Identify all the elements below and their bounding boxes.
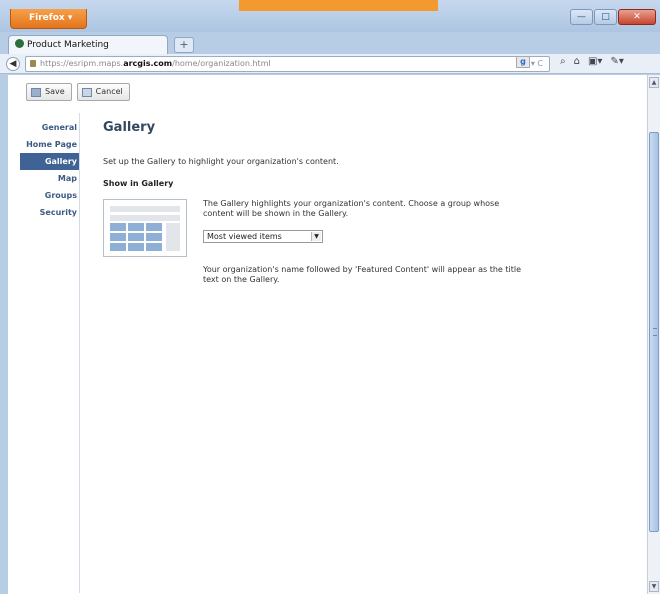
- gallery-layout-thumbnail: [103, 199, 187, 257]
- url-bar[interactable]: https://esripm.maps.arcgis.com/home/orga…: [25, 56, 550, 72]
- save-label: Save: [45, 87, 65, 96]
- sidebar-item-general[interactable]: General: [20, 119, 80, 136]
- back-button[interactable]: ◀: [6, 57, 20, 71]
- google-addon-icon[interactable]: g: [516, 56, 530, 68]
- save-icon: [31, 87, 41, 97]
- thumb-cell: [146, 233, 162, 241]
- tab-product-marketing[interactable]: Product Marketing: [8, 35, 168, 54]
- grip-icon: [653, 328, 657, 336]
- thumb-cell: [110, 233, 126, 241]
- sidebar-item-gallery[interactable]: Gallery: [20, 153, 80, 170]
- chevron-down-icon[interactable]: ▼: [311, 232, 321, 241]
- action-toolbar: Save Cancel: [26, 83, 130, 101]
- save-button[interactable]: Save: [26, 83, 72, 101]
- page-scrollbar[interactable]: ▲ ▼: [647, 75, 660, 594]
- url-host: arcgis.com: [123, 59, 173, 68]
- nav-toolbar-icons: ⌕ ⌂ ▣▾ ✎▾: [560, 56, 624, 67]
- thumb-bar-second: [110, 215, 180, 221]
- url-path: /home/organization.html: [172, 59, 271, 68]
- select-value: Most viewed items: [207, 232, 282, 241]
- title-accent-strip: [239, 0, 438, 11]
- tab-title: Product Marketing: [27, 40, 109, 50]
- gallery-description: The Gallery highlights your organization…: [203, 199, 500, 218]
- thumb-cell: [128, 223, 144, 231]
- scrollbar-thumb[interactable]: [649, 132, 659, 532]
- tab-strip: Product Marketing +: [0, 33, 660, 54]
- page-title: Gallery: [103, 120, 156, 135]
- sidebar-item-home-page[interactable]: Home Page: [20, 136, 80, 153]
- window-controls: — □ ✕: [569, 9, 656, 25]
- maximize-button[interactable]: □: [594, 9, 617, 25]
- home-icon[interactable]: ⌂: [574, 56, 580, 67]
- title-note: Your organization's name followed by 'Fe…: [203, 265, 521, 284]
- extension-icon[interactable]: ✎▾: [610, 56, 623, 67]
- thumb-cell: [146, 243, 162, 251]
- thumb-cell: [110, 243, 126, 251]
- sidebar-item-groups[interactable]: Groups: [20, 187, 80, 204]
- sidebar-item-security[interactable]: Security: [20, 204, 80, 221]
- firefox-menu-button[interactable]: Firefox ▾: [10, 9, 87, 29]
- thumb-cell: [128, 233, 144, 241]
- sidebar-item-map[interactable]: Map: [20, 170, 80, 187]
- settings-sidebar: General Home Page Gallery Map Groups Sec…: [20, 119, 80, 221]
- gallery-settings-panel: Gallery Set up the Gallery to highlight …: [103, 120, 533, 284]
- thumb-grid: [110, 223, 164, 251]
- cancel-icon: [81, 87, 92, 97]
- section-heading: Show in Gallery: [103, 179, 174, 188]
- scroll-down-icon[interactable]: ▼: [649, 581, 659, 592]
- cancel-button[interactable]: Cancel: [76, 83, 130, 101]
- thumb-cell: [146, 223, 162, 231]
- sidebar-divider: [79, 113, 80, 593]
- window-titlebar: Firefox ▾ — □ ✕: [0, 0, 660, 32]
- close-button[interactable]: ✕: [618, 9, 656, 25]
- globe-icon: [15, 39, 24, 48]
- search-icon[interactable]: ⌕: [560, 56, 566, 67]
- intro-text: Set up the Gallery to highlight your org…: [103, 157, 339, 166]
- url-prefix: https://esripm.maps.: [40, 59, 124, 68]
- back-arrow-icon: ◀: [9, 59, 17, 69]
- thumb-side-panel: [166, 223, 180, 251]
- page-content: Save Cancel General Home Page Gallery Ma…: [8, 75, 647, 594]
- minimize-button[interactable]: —: [570, 9, 593, 25]
- lock-icon: [30, 60, 36, 67]
- gallery-group-select[interactable]: Most viewed items ▼: [203, 230, 323, 243]
- scroll-up-icon[interactable]: ▲: [649, 77, 659, 88]
- thumb-cell: [128, 243, 144, 251]
- cancel-label: Cancel: [95, 87, 123, 96]
- thumb-cell: [110, 223, 126, 231]
- bookmarks-icon[interactable]: ▣▾: [588, 56, 602, 67]
- new-tab-button[interactable]: +: [174, 37, 194, 53]
- thumb-bar-top: [110, 206, 180, 212]
- navigation-bar: ◀ https://esripm.maps.arcgis.com/home/or…: [0, 54, 660, 74]
